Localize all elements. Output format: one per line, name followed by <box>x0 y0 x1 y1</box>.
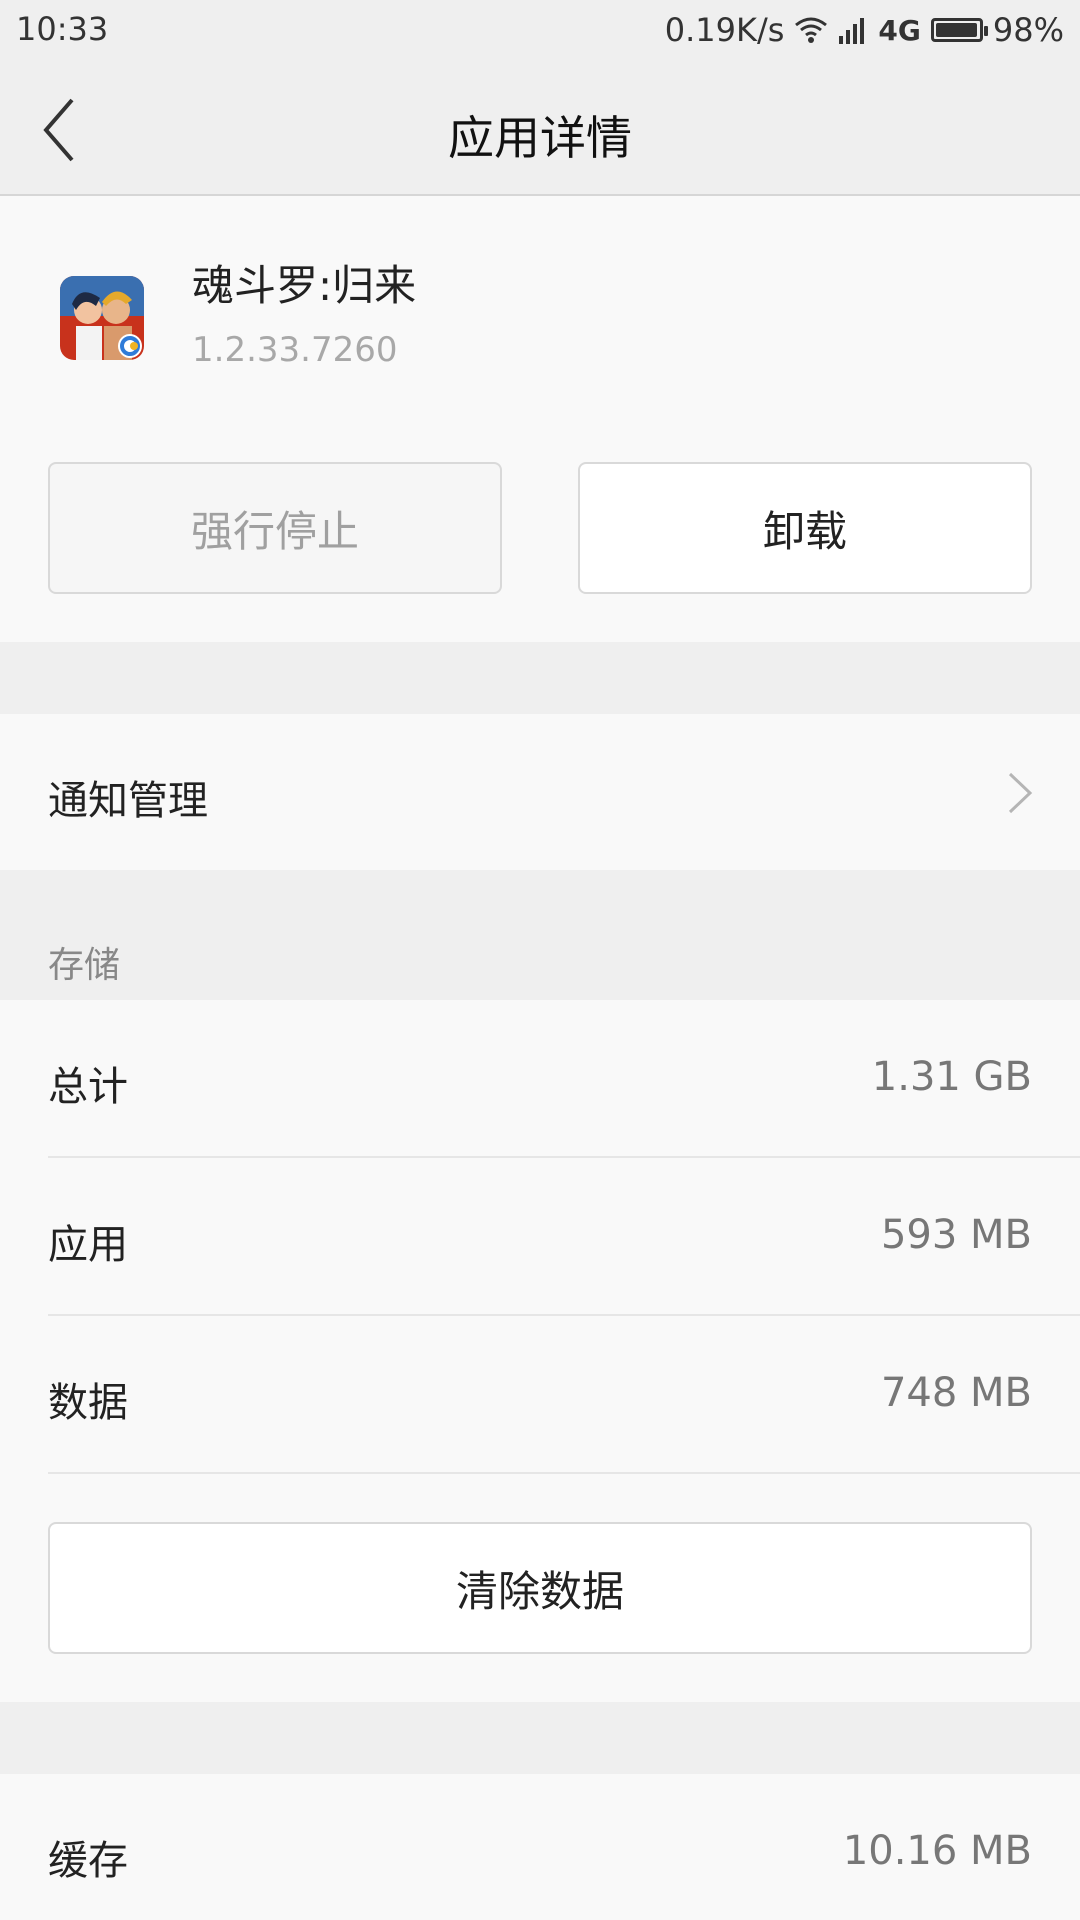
status-bar: 10:33 0.19K/s 4G 98% <box>0 0 1080 64</box>
storage-total-row: 总计 1.31 GB <box>0 1000 1080 1158</box>
notification-management-row[interactable]: 通知管理 <box>0 714 1080 870</box>
network-type: 4G <box>878 13 921 47</box>
storage-row-label: 应用 <box>48 1222 128 1268</box>
storage-section-label: 存储 <box>48 945 121 986</box>
app-version: 1.2.33.7260 <box>192 330 398 370</box>
cache-label: 缓存 <box>48 1838 128 1884</box>
storage-row-label: 总计 <box>48 1064 128 1110</box>
status-time: 10:33 <box>16 10 109 48</box>
uninstall-button[interactable]: 卸载 <box>578 462 1032 594</box>
force-stop-button[interactable]: 强行停止 <box>48 462 502 594</box>
chevron-right-icon <box>1004 770 1034 816</box>
status-indicators: 0.19K/s 4G 98% <box>665 10 1064 50</box>
battery-percent: 98% <box>992 11 1064 49</box>
storage-row-label: 数据 <box>48 1380 128 1426</box>
storage-row-value: 593 MB <box>880 1212 1032 1258</box>
storage-data-row: 数据 748 MB <box>0 1316 1080 1474</box>
app-name: 魂斗罗:归来 <box>192 261 417 310</box>
section-gap <box>0 1702 1080 1774</box>
cache-value: 10.16 MB <box>842 1828 1032 1874</box>
cache-row[interactable]: 缓存 10.16 MB <box>0 1774 1080 1920</box>
game-app-icon <box>60 276 144 360</box>
wifi-icon <box>795 17 828 43</box>
page-title: 应用详情 <box>448 111 632 165</box>
storage-row-value: 748 MB <box>880 1370 1032 1416</box>
signal-icon <box>839 18 865 44</box>
notification-management-label: 通知管理 <box>48 778 208 824</box>
header-bar: 应用详情 <box>0 64 1080 196</box>
section-gap <box>0 642 1080 714</box>
storage-row-value: 1.31 GB <box>871 1054 1032 1100</box>
battery-icon <box>930 18 988 42</box>
net-speed: 0.19K/s <box>664 11 785 49</box>
clear-data-button[interactable]: 清除数据 <box>48 1522 1032 1654</box>
storage-app-row: 应用 593 MB <box>0 1158 1080 1316</box>
storage-section-header: 存储 <box>0 870 1080 1000</box>
